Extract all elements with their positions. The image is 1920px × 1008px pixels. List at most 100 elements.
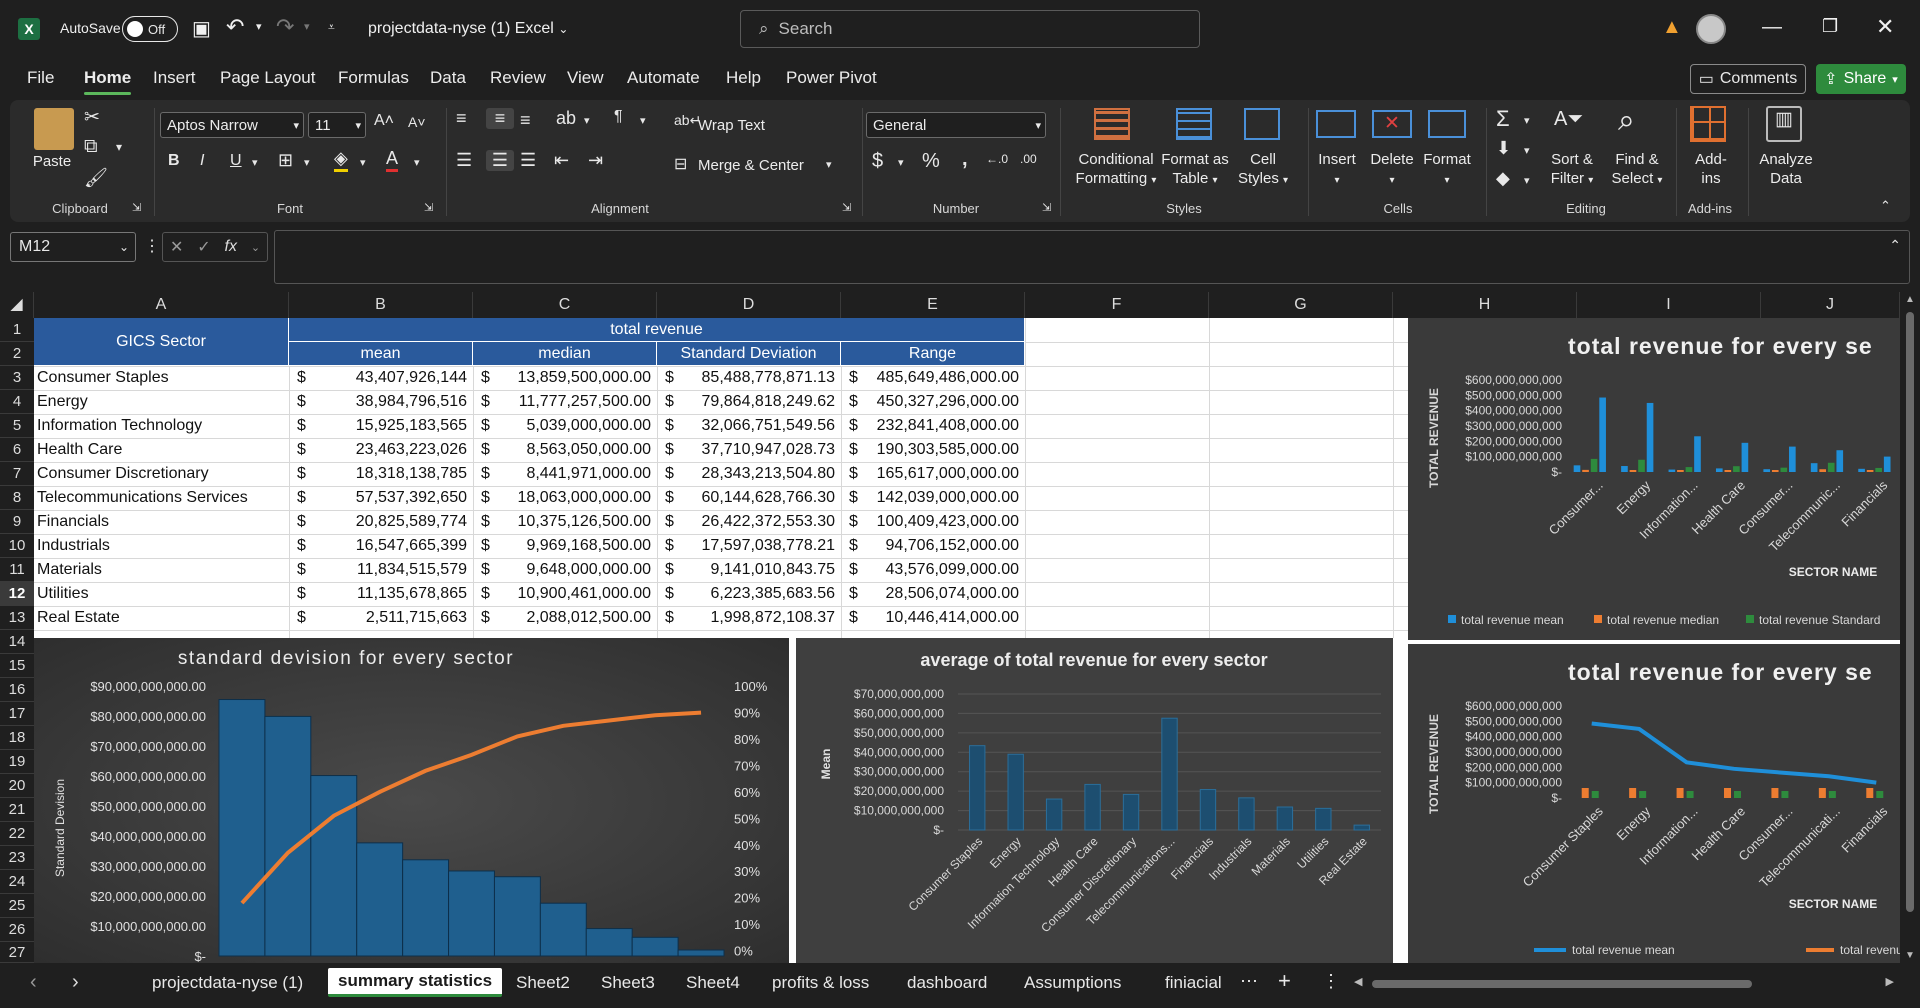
formula-input[interactable]: ⌃ <box>274 230 1910 284</box>
font-size-select[interactable]: 11 ▾ <box>308 112 366 138</box>
name-box[interactable]: M12 ⌄ <box>10 232 136 262</box>
minimize-icon[interactable]: — <box>1762 16 1782 39</box>
sheet-tab-dashboard[interactable]: dashboard <box>907 973 987 993</box>
menu-help[interactable]: Help <box>726 68 761 88</box>
cell-styles-icon[interactable] <box>1244 108 1280 140</box>
currency-cell[interactable]: $16,547,665,399 <box>289 534 473 558</box>
merge-icon[interactable]: ⊟ <box>674 154 687 174</box>
currency-cell[interactable]: $20,825,589,774 <box>289 510 473 534</box>
menu-review[interactable]: Review <box>490 68 546 88</box>
borders-dropdown-icon[interactable]: ▾ <box>304 156 310 169</box>
column-header-h[interactable]: H <box>1393 292 1577 318</box>
format-as-table-icon[interactable] <box>1176 108 1212 140</box>
row-header[interactable]: 13 <box>0 606 34 630</box>
sheet-tab-finiacial[interactable]: finiacial <box>1165 973 1222 993</box>
row-header[interactable]: 2 <box>0 342 34 366</box>
select-all-corner[interactable]: ◢ <box>0 292 34 318</box>
worksheet[interactable]: GICS Sector total revenue mean median St… <box>34 318 1900 963</box>
format-cells-icon[interactable] <box>1428 110 1466 138</box>
menu-formulas[interactable]: Formulas <box>338 68 409 88</box>
enter-icon[interactable]: ✓ <box>197 237 210 257</box>
add-sheet-icon[interactable]: + <box>1278 968 1291 994</box>
currency-cell[interactable]: $79,864,818,249.62 <box>657 390 841 414</box>
total-revenue-line-chart[interactable]: total revenue for every se $600,000,000,0… <box>1408 644 1900 963</box>
save-icon[interactable]: ▣ <box>192 16 211 41</box>
font-color-dropdown-icon[interactable]: ▾ <box>414 156 420 169</box>
row-header[interactable]: 10 <box>0 534 34 558</box>
row-header[interactable]: 18 <box>0 726 34 750</box>
row-header[interactable]: 15 <box>0 654 34 678</box>
redo-icon[interactable]: ↷ <box>276 14 294 40</box>
cancel-icon[interactable]: ✕ <box>170 237 183 257</box>
chevron-down-icon[interactable]: ⌄ <box>251 241 260 254</box>
mean-header-cell[interactable]: mean <box>289 342 473 366</box>
document-title[interactable]: projectdata-nyse (1) Excel ⌄ <box>368 20 568 38</box>
fill-dropdown-icon[interactable]: ▾ <box>360 156 366 169</box>
row-header[interactable]: 17 <box>0 702 34 726</box>
horizontal-scrollbar[interactable]: ◀ ▶ <box>1352 975 1896 993</box>
currency-cell[interactable]: $2,088,012,500.00 <box>473 606 657 630</box>
currency-cell[interactable]: $142,039,000,000.00 <box>841 486 1025 510</box>
scroll-thumb[interactable] <box>1906 312 1914 912</box>
customize-qat-icon[interactable]: ⩡ <box>328 20 335 35</box>
row-header[interactable]: 23 <box>0 846 34 870</box>
row-header[interactable]: 9 <box>0 510 34 534</box>
currency-cell[interactable]: $100,409,423,000.00 <box>841 510 1025 534</box>
currency-cell[interactable]: $57,537,392,650 <box>289 486 473 510</box>
italic-icon[interactable]: I <box>200 152 204 170</box>
row-header[interactable]: 16 <box>0 678 34 702</box>
underline-dropdown-icon[interactable]: ▾ <box>252 156 258 169</box>
currency-cell[interactable]: $43,407,926,144 <box>289 366 473 390</box>
scroll-down-icon[interactable]: ▼ <box>1905 950 1915 961</box>
row-header[interactable]: 24 <box>0 870 34 894</box>
increase-font-icon[interactable]: A˄ <box>374 112 394 130</box>
sheet-tab-assumptions[interactable]: Assumptions <box>1024 973 1121 993</box>
currency-cell[interactable]: $11,135,678,865 <box>289 582 473 606</box>
stddev-pareto-chart[interactable]: standard devision for every sector $90,00… <box>34 638 789 963</box>
sector-name-cell[interactable]: Energy <box>34 390 289 414</box>
align-center-icon[interactable]: ☰ <box>486 150 514 171</box>
menu-home[interactable]: Home <box>84 68 132 95</box>
menu-automate[interactable]: Automate <box>627 68 700 88</box>
sector-name-cell[interactable]: Health Care <box>34 438 289 462</box>
currency-cell[interactable]: $28,343,213,504.80 <box>657 462 841 486</box>
currency-cell[interactable]: $85,488,778,871.13 <box>657 366 841 390</box>
total-revenue-header-cell[interactable]: total revenue <box>289 318 1025 342</box>
currency-cell[interactable]: $1,998,872,108.37 <box>657 606 841 630</box>
row-header[interactable]: 4 <box>0 390 34 414</box>
column-header-g[interactable]: G <box>1209 292 1393 318</box>
column-header-f[interactable]: F <box>1025 292 1209 318</box>
align-right-icon[interactable]: ☰ <box>520 150 536 171</box>
underline-icon[interactable]: U <box>230 152 242 170</box>
row-header[interactable]: 25 <box>0 894 34 918</box>
row-header[interactable]: 3 <box>0 366 34 390</box>
next-sheet-icon[interactable]: › <box>72 971 79 994</box>
prev-sheet-icon[interactable]: ‹ <box>30 971 37 994</box>
undo-dropdown-icon[interactable]: ▾ <box>256 20 262 33</box>
currency-cell[interactable]: $165,617,000,000.00 <box>841 462 1025 486</box>
orientation-dropdown-icon[interactable]: ▾ <box>584 114 590 127</box>
currency-cell[interactable]: $10,375,126,500.00 <box>473 510 657 534</box>
currency-cell[interactable]: $11,777,257,500.00 <box>473 390 657 414</box>
more-sheets-icon[interactable]: ⋯ <box>1240 971 1258 992</box>
increase-decimal-icon[interactable]: ←.0 <box>986 152 1008 166</box>
fill-color-icon[interactable]: ◈ <box>334 148 348 172</box>
total-revenue-bar-chart[interactable]: total revenue for every se $600,000,000,0… <box>1408 318 1900 640</box>
number-format-select[interactable]: General ▾ <box>866 112 1046 138</box>
row-header[interactable]: 11 <box>0 558 34 582</box>
paste-icon[interactable] <box>34 108 74 150</box>
row-header[interactable]: 12 <box>0 582 34 606</box>
paragraph-direction-icon[interactable]: ¶ <box>614 108 623 126</box>
autosum-dropdown-icon[interactable]: ▾ <box>1524 114 1530 127</box>
currency-dropdown-icon[interactable]: ▾ <box>898 156 904 169</box>
sheet-tab-profits-loss[interactable]: profits & loss <box>772 973 869 993</box>
align-top-icon[interactable]: ≡ <box>456 108 467 129</box>
warning-icon[interactable]: ▲ <box>1662 16 1682 39</box>
column-header-e[interactable]: E <box>841 292 1025 318</box>
avatar[interactable] <box>1696 14 1726 44</box>
scroll-up-icon[interactable]: ▲ <box>1905 294 1915 305</box>
menu-page-layout[interactable]: Page Layout <box>220 68 315 88</box>
cell-styles-button[interactable]: Cell Styles ▾ <box>1232 150 1294 190</box>
share-button[interactable]: ⇪ Share ▾ <box>1816 64 1906 94</box>
format-cells-button[interactable]: Format ▾ <box>1420 150 1474 190</box>
